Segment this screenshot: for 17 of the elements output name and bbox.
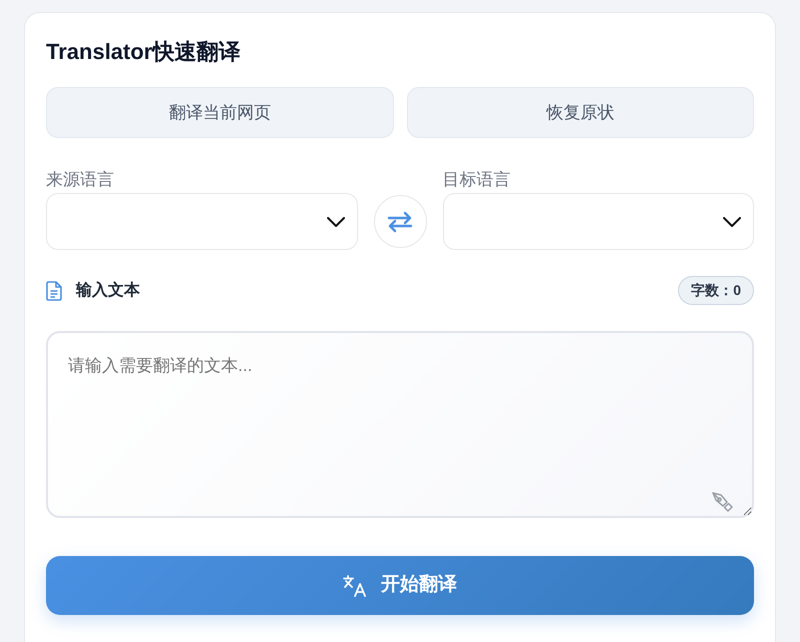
source-language-select[interactable] — [46, 193, 358, 250]
start-translation-button[interactable]: 开始翻译 — [46, 556, 754, 615]
swap-arrows-icon — [387, 210, 413, 232]
input-text-label: 输入文本 — [76, 280, 140, 300]
target-language-select[interactable] — [442, 193, 754, 250]
document-icon — [46, 280, 62, 300]
character-count-badge: 字数：0 — [678, 276, 754, 305]
action-button[interactable]: 翻译当前网页 — [46, 87, 394, 138]
chevron-down-icon — [326, 216, 344, 226]
action-button[interactable]: 恢复原状 — [406, 87, 754, 138]
target-language-label: 目标语言 — [442, 169, 512, 191]
app-title: Translator快速翻译 — [46, 38, 242, 66]
chevron-down-icon — [723, 216, 741, 226]
source-language-label: 来源语言 — [46, 169, 115, 191]
pen-nib-icon — [712, 492, 734, 512]
text-input-field[interactable]: 请输入需要翻译的文本... — [46, 331, 754, 518]
translate-icon — [343, 574, 367, 596]
